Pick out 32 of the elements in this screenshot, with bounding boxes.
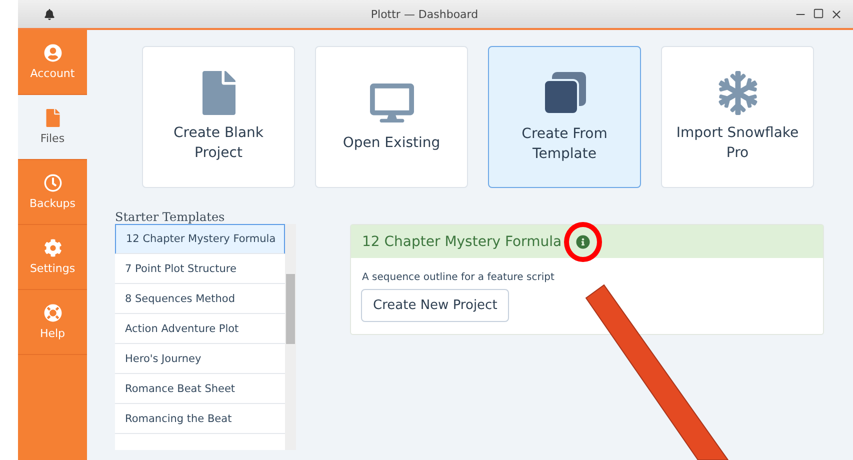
template-item[interactable]: 12 Chapter Mystery Formula: [115, 224, 285, 254]
window-title: Plottr — Dashboard: [370, 8, 480, 20]
create-project-button[interactable]: Create New Project: [361, 289, 510, 322]
card-label: Create Blank Project: [172, 124, 265, 163]
scrollbar[interactable]: [285, 224, 296, 450]
sidebar-label: Backups: [29, 197, 76, 210]
bell-icon[interactable]: [44, 8, 55, 20]
clock-icon: [44, 174, 62, 192]
sidebar-item[interactable]: Files: [18, 95, 87, 160]
panel-title: 12 Chapter Mystery Formula: [362, 234, 562, 250]
sidebar-label: Account: [30, 67, 75, 80]
lifebuoy-icon: [44, 304, 62, 322]
card-label: Create From Template: [520, 124, 608, 164]
template-description: A sequence outline for a feature script: [362, 272, 556, 283]
file-icon: [44, 109, 62, 127]
section-heading: Starter Templates: [115, 210, 226, 224]
settings-icon: [44, 239, 62, 257]
maximize-icon[interactable]: [813, 8, 824, 18]
action-card[interactable]: Create Blank Project: [142, 46, 295, 188]
card-label: Open Existing: [342, 134, 440, 153]
action-card[interactable]: Create From Template: [488, 46, 641, 188]
highlight-circle: [564, 222, 602, 262]
close-icon[interactable]: [830, 8, 843, 20]
monitor-icon: [370, 80, 414, 125]
action-card[interactable]: Open Existing: [315, 46, 468, 188]
account-icon: [44, 44, 62, 62]
info-icon[interactable]: [576, 234, 590, 248]
card-label: Import Snowflake Pro: [675, 124, 800, 163]
action-card[interactable]: Import Snowflake Pro: [661, 46, 814, 188]
sidebar-label: Help: [40, 327, 66, 340]
sidebar-label: Settings: [30, 262, 76, 275]
sidebar-label: Files: [40, 132, 65, 145]
